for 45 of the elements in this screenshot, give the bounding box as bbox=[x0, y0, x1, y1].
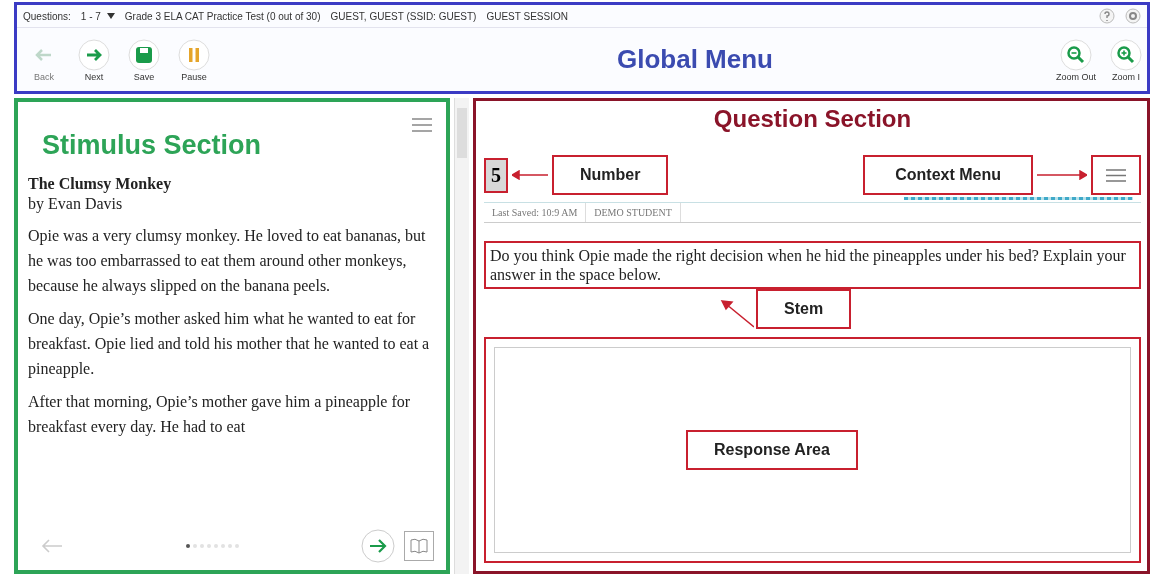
last-saved-time: Last Saved: 10:9 AM bbox=[484, 203, 587, 222]
stem-callout: Stem bbox=[756, 289, 852, 329]
book-button[interactable] bbox=[404, 531, 434, 561]
question-number: 5 bbox=[484, 157, 508, 193]
toolbar-button[interactable]: Zoom I bbox=[1107, 37, 1145, 82]
help-icon[interactable] bbox=[1099, 8, 1115, 24]
toolbar-button[interactable]: Save bbox=[125, 37, 163, 82]
zoom-in-icon bbox=[1109, 37, 1143, 72]
context-menu-callout: Context Menu bbox=[863, 155, 1033, 195]
toolbar-button[interactable]: Pause bbox=[175, 37, 213, 82]
passage-author: by Evan Davis bbox=[28, 194, 124, 215]
floppy-disk-icon bbox=[127, 37, 161, 72]
passage-title: The Clumsy Monkey bbox=[28, 175, 173, 193]
response-area-callout: Response Area bbox=[686, 430, 858, 470]
callout-arrow bbox=[720, 299, 754, 329]
question-section-title: Question Section bbox=[712, 105, 913, 133]
menu-icon[interactable] bbox=[412, 118, 432, 132]
student-name: DEMO STUDENT bbox=[586, 203, 681, 222]
questions-dropdown[interactable]: 1 - 7 bbox=[80, 10, 115, 22]
passage-paragraph: After that morning, Opie’s mother gave him a pineapple for breakfast every day. He had to eat bbox=[28, 392, 412, 438]
student-name: GUEST, GUEST (SSID: GUEST) bbox=[330, 10, 477, 22]
passage-paragraph: Opie was a very clumsy monkey. He loved to eat bananas, but he was too embarrassed to eat them around other monkeys, because he always slipped on the banana peels. bbox=[28, 226, 427, 297]
callout-arrow bbox=[1037, 170, 1087, 180]
previous-arrow-icon[interactable] bbox=[40, 538, 64, 554]
number-callout: Number bbox=[552, 155, 669, 195]
settings-icon[interactable] bbox=[1125, 8, 1141, 24]
question-stem: Do you think Opie made the right decision when he hid the pineapples under his bed? Explain your answer in the space below. bbox=[484, 241, 1141, 289]
page-dot[interactable] bbox=[185, 544, 190, 548]
passage-paragraph: One day, Opie’s mother asked him what he wanted to eat for breakfast. Opie lied and told his mother that he wanted to eat a pineapple. bbox=[28, 309, 431, 380]
context-menu-button[interactable] bbox=[1091, 155, 1141, 195]
test-title: Grade 3 ELA CAT Practice Test (0 out of 30) bbox=[124, 10, 321, 22]
stimulus-section-title: Stimulus Section bbox=[42, 130, 262, 161]
callout-arrow bbox=[512, 170, 548, 180]
zoom-out-icon bbox=[1059, 37, 1093, 72]
scrollbar[interactable] bbox=[454, 98, 469, 574]
pause-icon bbox=[177, 37, 211, 72]
open-book-icon bbox=[410, 538, 428, 554]
menu-icon bbox=[1106, 168, 1126, 182]
questions-label: Questions: bbox=[23, 10, 71, 22]
toolbar-button[interactable]: Next bbox=[75, 37, 113, 82]
response-area[interactable]: Response Area bbox=[484, 337, 1141, 563]
toolbar-button[interactable]: Zoom Out bbox=[1057, 37, 1095, 82]
session-name: GUEST SESSION bbox=[486, 10, 568, 22]
global-menu-title: Global Menu bbox=[617, 44, 773, 75]
caret-icon bbox=[106, 13, 115, 19]
